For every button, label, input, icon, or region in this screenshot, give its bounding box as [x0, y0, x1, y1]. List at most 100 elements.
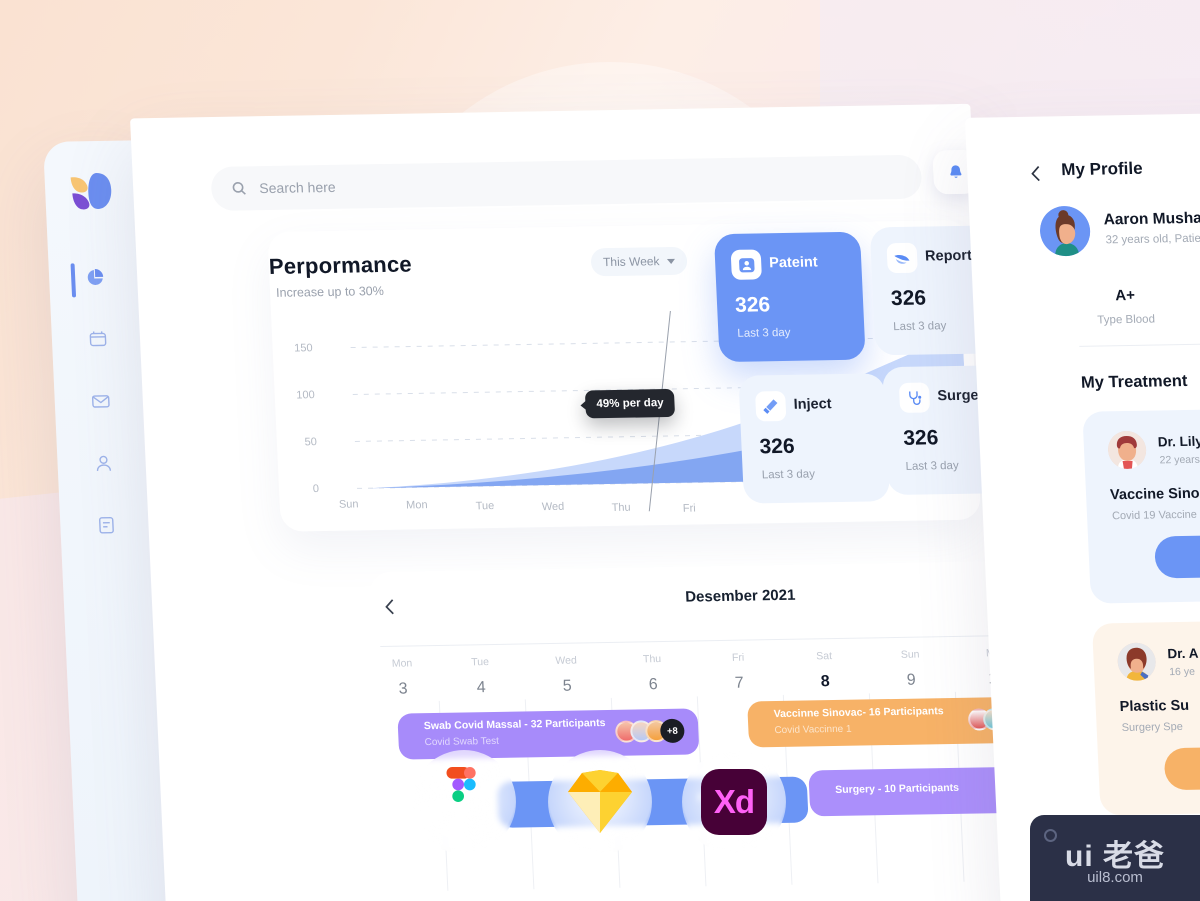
chevron-down-icon [667, 258, 676, 264]
day-number: 4 [476, 679, 487, 697]
sketch-logo [548, 750, 652, 854]
stat-value: 326 [734, 293, 771, 317]
event-title: Swab Covid Massal - 32 Participants [423, 717, 606, 733]
stat-card-inject[interactable]: Inject 326 Last 3 day [738, 373, 891, 504]
watermark-badge: ui 老爸 uil8.com [1030, 815, 1200, 901]
book-button[interactable]: Book [1154, 532, 1200, 579]
treatment-title: Vaccine Sino 2 [1109, 485, 1200, 504]
stat-sub: Last 3 day [905, 459, 959, 473]
stethoscope-icon [898, 382, 931, 413]
adobe-xd-wordmark: Xd [713, 783, 755, 820]
stat-value: 326 [759, 434, 796, 459]
y-tick: 150 [293, 342, 313, 355]
stat-card-patient[interactable]: Pateint 326 Last 3 day [713, 231, 866, 363]
sketch-logo-icon [568, 770, 632, 833]
calendar-day[interactable]: Mon 3 [373, 657, 433, 699]
day-name: Fri [731, 651, 745, 664]
sidebar-item-patients[interactable] [83, 443, 125, 484]
sidebar-item-calendar[interactable] [77, 319, 119, 360]
calendar-day[interactable]: Wed 5 [537, 654, 597, 696]
event-subtitle: Covid Swab Test [424, 735, 500, 749]
watermark-url: uil8.com [1087, 869, 1143, 886]
day-name: Thu [642, 653, 662, 666]
sidebar-item-records[interactable] [86, 504, 128, 545]
x-tick: Wed [541, 500, 565, 514]
user-icon [96, 455, 112, 471]
calendar-day[interactable]: Tue 4 [451, 656, 511, 698]
report-bird-icon [886, 242, 918, 274]
day-name: Mon [391, 657, 413, 670]
stat-label: Inject [793, 396, 832, 413]
chevron-left-icon [1031, 166, 1040, 182]
doctor-avatar [1116, 642, 1157, 682]
x-tick: Thu [611, 501, 631, 514]
leaf-logo-icon [66, 171, 116, 216]
vital-height: 165 cm Height [1181, 284, 1200, 325]
treatment-title: Plastic Su [1119, 697, 1190, 716]
calendar-event-swab[interactable]: Swab Covid Massal - 32 Participants Covi… [397, 708, 700, 760]
day-name: Wed [555, 654, 578, 667]
avatar [1038, 205, 1092, 257]
chart-tooltip: 49% per day [584, 388, 676, 419]
date-range-label: This Week [602, 254, 660, 270]
event-subtitle: Covid Vaccinne 1 [774, 723, 852, 737]
stat-sub: Last 3 day [737, 326, 791, 340]
y-tick: 50 [304, 436, 318, 449]
stat-sub: Last 3 day [892, 320, 947, 334]
day-number: 6 [648, 676, 659, 694]
day-number: 8 [820, 673, 831, 691]
syringe-icon [755, 390, 787, 422]
calendar-day[interactable]: Thu 6 [623, 653, 683, 695]
calendar-day[interactable]: Fri 7 [709, 651, 769, 693]
attendee-overflow-badge: +8 [659, 718, 685, 744]
y-tick: 0 [312, 483, 320, 496]
day-name: Tue [470, 656, 490, 669]
day-name: Sat [815, 650, 833, 663]
treatment-sub: Covid 19 Vaccine [1111, 508, 1198, 523]
profile-meta: 32 years old, Patient skuy [1105, 232, 1200, 247]
treatment-heading: My Treatment [1080, 371, 1188, 392]
x-tick: Tue [475, 500, 495, 513]
sidebar-item-messages[interactable] [80, 381, 122, 422]
doctor-name: Dr. Lily Sarim [1157, 433, 1200, 450]
doctor-meta: 16 ye [1168, 665, 1196, 679]
book-button[interactable] [1163, 744, 1200, 791]
event-title: Vaccinne Sinovac- 16 Participants [773, 705, 944, 721]
doctor-avatar [1107, 430, 1147, 470]
stat-value: 326 [890, 286, 927, 311]
day-number: 7 [734, 674, 745, 692]
event-attendees[interactable]: +8 [614, 718, 685, 744]
day-number: 9 [906, 671, 917, 689]
calendar-day-active[interactable]: Sat 8 [795, 650, 855, 692]
vital-label: Height [1182, 311, 1200, 325]
x-tick: Fri [682, 502, 696, 515]
vital-label: Type Blood [1097, 313, 1156, 327]
vital-value: 165 cm [1181, 284, 1200, 303]
calendar-day[interactable]: Sun 9 [881, 648, 941, 690]
bell-icon [949, 164, 961, 178]
profile-panel: My Profile Aaron Mushab 32 years old, Pa… [964, 112, 1200, 901]
date-range-select[interactable]: This Week [590, 246, 689, 277]
day-name: Sun [900, 648, 920, 661]
profile-back-button[interactable] [1029, 165, 1043, 188]
treatment-sub: Surgery Spe [1121, 720, 1184, 734]
event-title: Surgery - 10 Participants [834, 781, 960, 796]
day-number: 3 [398, 680, 409, 698]
vital-blood-type: A+ Type Blood [1077, 286, 1175, 327]
performance-subtitle: Increase up to 30% [275, 283, 385, 300]
figma-logo-icon [446, 767, 476, 802]
search-input[interactable]: Search here [210, 154, 923, 212]
treatment-card-surgery[interactable]: Dr. A 16 ye Plastic Su Surgery Spe [1091, 619, 1200, 816]
profile-title: My Profile [1060, 158, 1144, 180]
x-tick: Sun [338, 498, 359, 511]
treatment-card-vaccine[interactable]: Dr. Lily Sarim 22 years old, Surg Vaccin… [1082, 407, 1200, 604]
mail-icon [91, 395, 110, 408]
doctor-meta: 22 years old, Surg [1159, 453, 1200, 467]
sidebar-item-dashboard[interactable] [74, 257, 116, 298]
adobe-xd-logo: Xd [682, 750, 786, 854]
x-tick: Mon [405, 499, 428, 512]
stat-value: 326 [902, 426, 939, 450]
day-number: 5 [562, 677, 573, 695]
y-tick: 100 [296, 389, 316, 402]
page-title: Perpormance [268, 251, 413, 279]
